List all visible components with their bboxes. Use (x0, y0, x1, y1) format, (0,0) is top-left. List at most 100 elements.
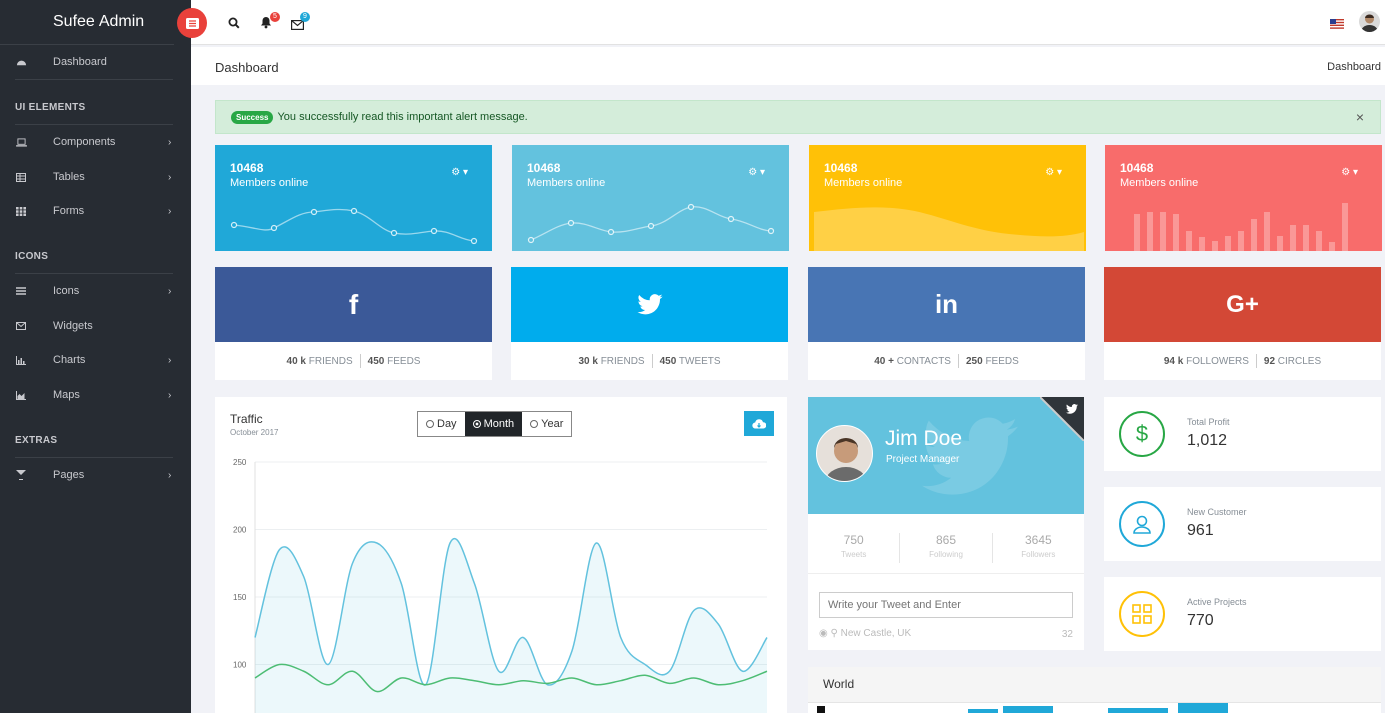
gear-dropdown-button[interactable]: ⚙ ▾ (748, 167, 765, 178)
sidebar-item-label: Dashboard (53, 56, 107, 68)
tweet-input[interactable] (819, 592, 1073, 618)
social-stat-label: FRIENDS (308, 355, 353, 367)
chevron-right-icon: › (168, 389, 172, 401)
sidebar-item-label: Charts (53, 354, 86, 366)
caret-down-icon: ▾ (759, 167, 765, 178)
top-header: 5 9 (191, 0, 1385, 45)
social-stat-label: TWEETS (678, 355, 721, 367)
twitter-banner[interactable] (511, 267, 788, 342)
camera-icon[interactable]: ◉ (819, 628, 828, 639)
google-plus-icon: G+ (1226, 290, 1259, 318)
period-month-option[interactable]: Month (464, 412, 523, 436)
sidebar-item-widgets[interactable]: Widgets (0, 309, 191, 343)
sidebar-item-pages[interactable]: Pages › (0, 458, 191, 492)
chevron-right-icon: › (168, 285, 172, 297)
social-stat-value: 30 k (578, 355, 598, 367)
radio-icon (472, 420, 481, 428)
th-icon (15, 205, 27, 217)
linkedin-banner[interactable]: in (808, 267, 1085, 342)
bar-chart-icon (15, 354, 27, 366)
radio-icon (426, 420, 434, 428)
social-stat-label: CIRCLES (1277, 355, 1322, 367)
stat-caption: Members online (1120, 177, 1199, 189)
gear-dropdown-button[interactable]: ⚙ ▾ (1341, 167, 1358, 178)
stat-number: 3645 (1024, 533, 1052, 547)
profile-stat-following: 865 Following (900, 533, 993, 563)
us-flag-icon[interactable] (1330, 16, 1344, 34)
y-tick-label: 250 (233, 458, 247, 467)
sidebar-item-maps[interactable]: Maps › (0, 378, 191, 412)
traffic-title: Traffic (230, 412, 263, 426)
sidebar-item-icons[interactable]: Icons › (0, 274, 191, 308)
alert-message: You successfully read this important ale… (277, 111, 528, 123)
sidebar-item-tables[interactable]: Tables › (0, 160, 191, 194)
stat-card: 10468 Members online ⚙ ▾ (809, 145, 1086, 251)
sidebar-item-label: Tables (53, 171, 85, 183)
profile-stat-tweets: 750 Tweets (808, 533, 901, 563)
section-icons: ICONS (15, 251, 49, 262)
facebook-banner[interactable]: f (215, 267, 492, 342)
divider (15, 79, 173, 80)
social-stat-label: FRIENDS (600, 355, 645, 367)
menu-toggle-button[interactable] (177, 8, 207, 38)
gear-dropdown-button[interactable]: ⚙ ▾ (1045, 167, 1062, 178)
user-avatar[interactable] (1359, 11, 1380, 32)
period-day-option[interactable]: Day (418, 412, 465, 436)
search-icon[interactable] (228, 16, 240, 34)
info-value: 961 (1187, 522, 1214, 539)
page-header: Dashboard Dashboard (191, 47, 1385, 85)
profile-stat-followers: 3645 Followers (993, 533, 1084, 563)
brand-name-part2: Admin (98, 13, 145, 30)
y-tick-label: 150 (233, 593, 247, 602)
social-stat-value: 450 (659, 355, 677, 367)
char-count: 32 (1061, 629, 1073, 640)
traffic-panel: Traffic October 2017 250 200 150 100 (215, 397, 787, 713)
stat-caption: Members online (527, 177, 606, 189)
twitter-profile-card: Jim Doe Project Manager 750 Tweets 865 Fol… (808, 397, 1084, 650)
gear-dropdown-button[interactable]: ⚙ ▾ (451, 167, 468, 178)
stat-label: Followers (1021, 550, 1056, 559)
stat-value: 10468 (527, 161, 561, 175)
mail-count-badge: 9 (300, 12, 310, 22)
stat-card: 10468 Members online ⚙ ▾ (215, 145, 492, 251)
profile-avatar[interactable] (816, 425, 873, 482)
world-map-panel: World (808, 667, 1381, 713)
caret-down-icon: ▾ (1352, 167, 1358, 178)
laptop-icon (15, 136, 27, 148)
sidebar-item-label: Pages (53, 469, 85, 481)
close-icon[interactable]: × (1356, 109, 1364, 125)
twitter-icon (636, 294, 663, 315)
gear-icon: ⚙ (748, 167, 758, 178)
divider (808, 573, 1084, 574)
profile-stats: 750 Tweets 865 Following 3645 Followers (808, 533, 1084, 563)
google-plus-card: G+ 94 k FOLLOWERS 92 CIRCLES (1104, 267, 1381, 380)
location-icon[interactable]: ⚲ (831, 628, 838, 639)
sidebar-item-dashboard[interactable]: Dashboard (0, 45, 191, 79)
brand-logo[interactable]: Sufee Admin (0, 0, 174, 45)
caret-down-icon: ▾ (462, 167, 468, 178)
cloud-download-button[interactable] (744, 411, 774, 436)
sidebar-item-components[interactable]: Components › (0, 125, 191, 159)
chevron-right-icon: › (168, 136, 172, 148)
sidebar-item-forms[interactable]: Forms › (0, 194, 191, 228)
profile-banner: Jim Doe Project Manager (808, 397, 1084, 514)
social-stat-value: 40 k (286, 355, 306, 367)
dollar-icon: $ (1119, 411, 1165, 457)
google-plus-banner[interactable]: G+ (1104, 267, 1381, 342)
twitter-icon (1066, 404, 1078, 414)
sidebar-item-label: Widgets (53, 320, 93, 332)
linkedin-icon: in (934, 289, 959, 319)
dashboard-icon (15, 56, 27, 68)
sidebar: Sufee Admin Dashboard UI ELEMENTS Compone… (0, 0, 191, 713)
breadcrumb[interactable]: Dashboard (1327, 61, 1381, 73)
sidebar-item-charts[interactable]: Charts › (0, 343, 191, 377)
stat-label: Following (929, 550, 963, 559)
area-sparkline-chart (814, 207, 1084, 251)
chevron-right-icon: › (168, 171, 172, 183)
social-stat-label: CONTACTS (896, 355, 951, 367)
period-label: Day (437, 418, 457, 430)
period-year-option[interactable]: Year (522, 412, 571, 436)
success-badge: Success (231, 110, 274, 124)
stat-value: 10468 (824, 161, 858, 175)
period-label: Month (483, 418, 515, 430)
